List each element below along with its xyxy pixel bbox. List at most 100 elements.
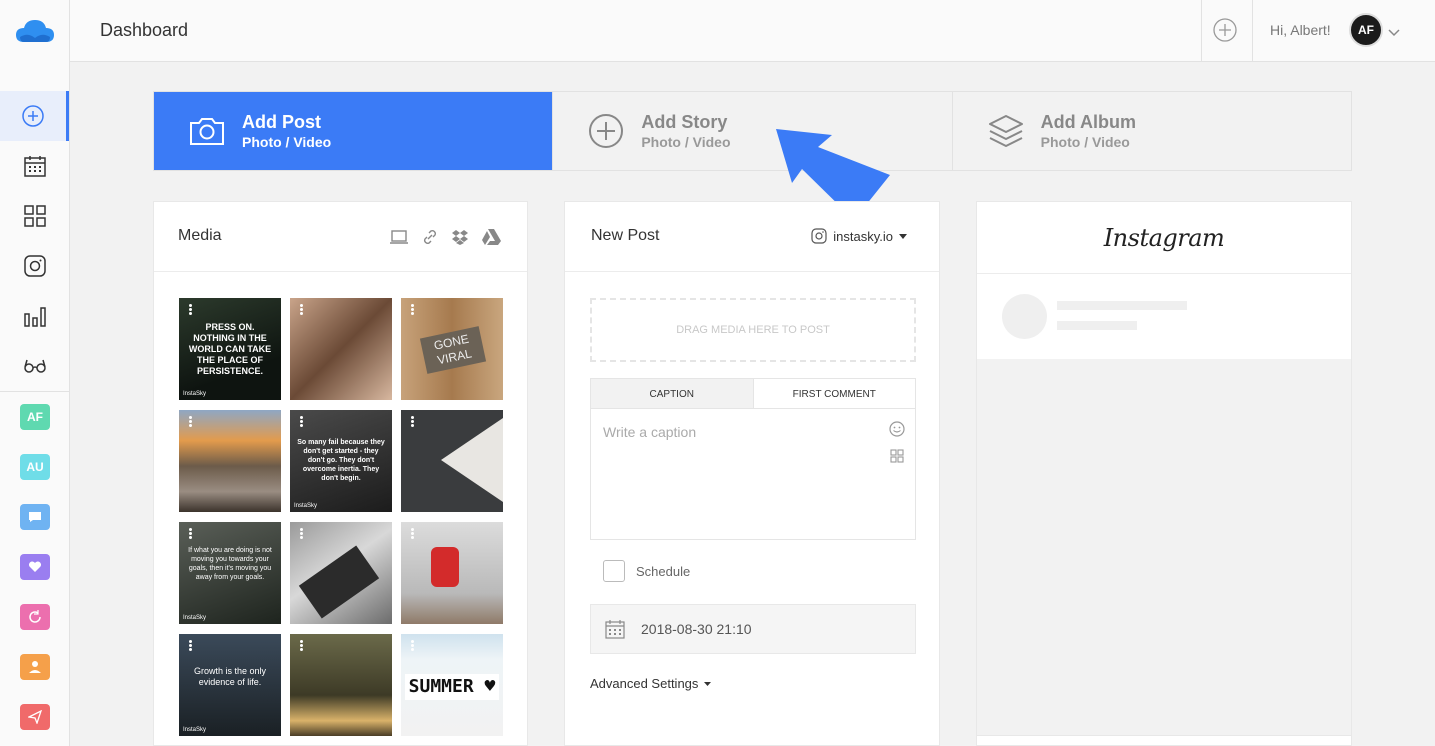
- plus-circle-icon: [589, 114, 624, 148]
- thumbnail-caption: Growth is the only evidence of life.: [193, 666, 267, 687]
- caption-input[interactable]: [591, 409, 881, 539]
- chevron-down-icon: [1388, 29, 1400, 37]
- laptop-icon[interactable]: [389, 228, 409, 246]
- user-greeting: Hi, Albert!: [1270, 22, 1331, 38]
- emoji-icon[interactable]: [889, 421, 905, 437]
- dropbox-icon[interactable]: [451, 228, 469, 246]
- media-dropzone[interactable]: DRAG MEDIA HERE TO POST: [590, 298, 916, 362]
- media-thumbnail[interactable]: If what you are doing is not moving you …: [179, 522, 281, 624]
- new-post-title: New Post: [591, 227, 660, 244]
- media-thumbnail[interactable]: [290, 634, 392, 736]
- sidebar-item-analytics[interactable]: [0, 291, 69, 341]
- thumbnail-caption: SUMMER ♥: [405, 674, 499, 700]
- thumbnail-brand: InstaSky: [183, 615, 207, 621]
- avatar[interactable]: AF: [1349, 13, 1383, 47]
- caption-tabs: CAPTION FIRST COMMENT: [590, 378, 916, 409]
- account-send[interactable]: [20, 704, 50, 730]
- heart-icon: [28, 561, 42, 572]
- calendar-icon: [23, 156, 46, 177]
- thumbnail-caption: So many fail because they don't get star…: [297, 439, 385, 482]
- instagram-icon: [23, 255, 46, 277]
- glasses-icon: [23, 359, 46, 373]
- thumbnail-brand: InstaSky: [183, 391, 207, 397]
- tab-add-post[interactable]: Add Post Photo / Video: [154, 92, 553, 170]
- sidebar-item-monitor[interactable]: [0, 341, 69, 391]
- skeleton-avatar: [1002, 294, 1047, 339]
- account-heart[interactable]: [20, 554, 50, 580]
- account-selector[interactable]: instasky.io: [811, 228, 907, 244]
- grid-icon: [23, 205, 46, 227]
- media-thumbnail[interactable]: GONE VIRAL: [401, 298, 503, 400]
- sidebar-item-calendar[interactable]: [0, 141, 69, 191]
- account-person[interactable]: [20, 654, 50, 680]
- preview-user-skeleton: [977, 274, 1351, 359]
- tab-add-album-subtitle: Photo / Video: [1040, 134, 1130, 150]
- media-thumbnail[interactable]: Growth is the only evidence of life. Ins…: [179, 634, 281, 736]
- tab-add-story-title: Add Story: [641, 112, 728, 132]
- schedule-checkbox[interactable]: [603, 560, 625, 582]
- cloud-logo-icon[interactable]: [15, 16, 55, 46]
- calendar-icon: [605, 620, 625, 639]
- media-panel-header: Media: [154, 202, 527, 272]
- chat-icon: [29, 512, 41, 522]
- account-au[interactable]: AU: [20, 454, 50, 480]
- header-divider: [1252, 0, 1253, 62]
- sidebar-item-grid[interactable]: [0, 191, 69, 241]
- person-icon: [29, 661, 41, 673]
- media-thumbnail[interactable]: [401, 522, 503, 624]
- tab-add-album[interactable]: Add Album Photo / Video: [951, 92, 1351, 170]
- user-menu-toggle[interactable]: [1388, 24, 1400, 42]
- skeleton-line: [1057, 321, 1137, 330]
- new-post-header: New Post instasky.io: [565, 202, 939, 272]
- preview-header: Instagram: [977, 202, 1351, 274]
- thumbnail-caption: GONE VIRAL: [419, 326, 487, 374]
- media-grid: PRESS ON. NOTHING IN THE WORLD CAN TAKE …: [179, 298, 504, 736]
- tab-first-comment[interactable]: FIRST COMMENT: [753, 379, 915, 409]
- preview-panel: Instagram: [976, 201, 1352, 746]
- media-thumbnail[interactable]: So many fail because they don't get star…: [290, 410, 392, 512]
- thumbnail-caption: PRESS ON. NOTHING IN THE WORLD CAN TAKE …: [188, 322, 272, 376]
- post-type-tabs: Add Post Photo / Video Add Story Photo /…: [153, 91, 1352, 171]
- schedule-date-value: 2018-08-30 21:10: [641, 621, 752, 637]
- thumbnail-brand: InstaSky: [183, 727, 207, 733]
- grid-icon[interactable]: [890, 449, 904, 463]
- tab-add-story-subtitle: Photo / Video: [641, 134, 731, 150]
- google-drive-icon[interactable]: [481, 228, 501, 246]
- schedule-label: Schedule: [636, 563, 691, 579]
- plus-circle-icon: [22, 105, 44, 127]
- schedule-date-field[interactable]: 2018-08-30 21:10: [590, 604, 916, 654]
- media-panel: Media PRESS ON. NOTHING IN THE WORLD CAN…: [153, 201, 528, 746]
- new-post-panel: New Post instasky.io DRAG MEDIA HERE TO …: [564, 201, 940, 746]
- tab-caption[interactable]: CAPTION: [591, 379, 754, 409]
- media-title: Media: [178, 227, 222, 244]
- media-thumbnail[interactable]: [290, 522, 392, 624]
- media-thumbnail[interactable]: [401, 410, 503, 512]
- layers-icon: [988, 115, 1023, 147]
- sidebar: AF AU: [0, 0, 70, 746]
- top-header: Dashboard Hi, Albert! AF: [70, 0, 1435, 62]
- sidebar-item-add-post[interactable]: [0, 91, 69, 141]
- tab-add-post-title: Add Post: [242, 112, 321, 132]
- media-thumbnail[interactable]: PRESS ON. NOTHING IN THE WORLD CAN TAKE …: [179, 298, 281, 400]
- skeleton-line: [1057, 301, 1187, 310]
- send-icon: [28, 710, 42, 724]
- media-thumbnail[interactable]: [290, 298, 392, 400]
- account-chat[interactable]: [20, 504, 50, 530]
- caret-down-icon: [704, 681, 712, 686]
- header-add-button[interactable]: [1213, 18, 1237, 47]
- media-thumbnail[interactable]: [179, 410, 281, 512]
- link-icon[interactable]: [421, 228, 439, 246]
- account-af-label: AF: [27, 410, 43, 424]
- account-au-label: AU: [26, 460, 44, 474]
- media-thumbnail[interactable]: SUMMER ♥: [401, 634, 503, 736]
- account-refresh[interactable]: [20, 604, 50, 630]
- account-af[interactable]: AF: [20, 404, 50, 430]
- advanced-settings-toggle[interactable]: Advanced Settings: [590, 676, 712, 691]
- advanced-settings-label: Advanced Settings: [590, 676, 699, 691]
- sidebar-item-instagram[interactable]: [0, 241, 69, 291]
- bar-chart-icon: [23, 307, 46, 327]
- tab-add-post-subtitle: Photo / Video: [242, 134, 332, 150]
- caret-down-icon: [899, 233, 907, 239]
- plus-circle-icon: [1213, 18, 1237, 42]
- tab-add-album-title: Add Album: [1040, 112, 1136, 132]
